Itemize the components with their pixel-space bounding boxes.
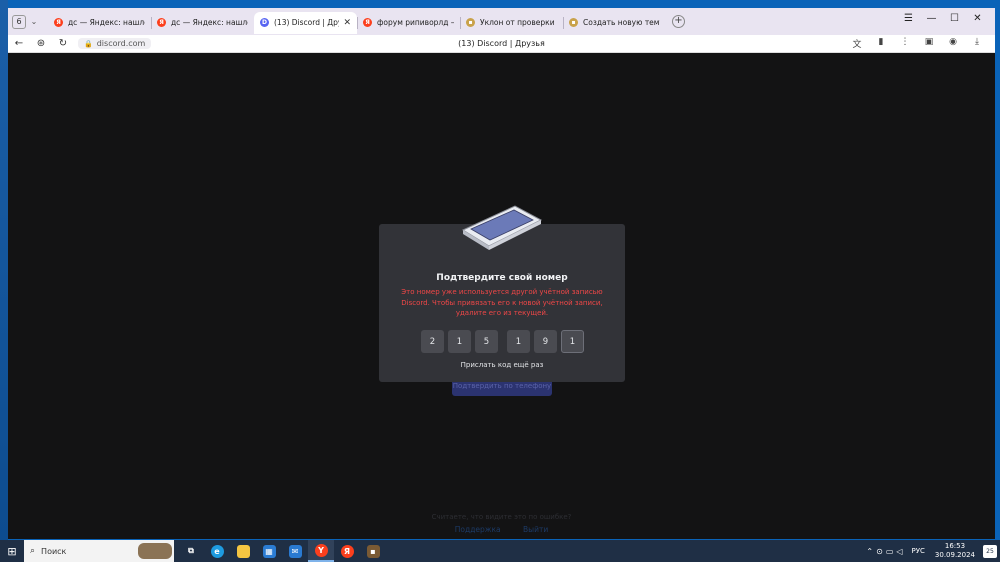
code-digit-input[interactable]: 5: [475, 330, 498, 353]
taskbar: ⊞ ⌕ Поиск ⧉ e ▦ ✉ Y Я ▪ ⌃⊙▭◁ РУС 16:53 3…: [0, 540, 1000, 562]
notifications-button[interactable]: 25: [983, 544, 997, 558]
clock-time: 16:53: [944, 542, 966, 550]
url-text: discord.com: [96, 39, 146, 48]
more-icon[interactable]: ⋮: [895, 37, 915, 50]
yandex-icon: Я: [54, 18, 63, 27]
task-view-icon[interactable]: ⧉: [178, 540, 204, 562]
search-highlight-image: [138, 543, 172, 559]
browser-tab[interactable]: Ядс — Яндекс: нашлось 5 т: [151, 12, 254, 34]
code-digit-input[interactable]: 9: [534, 330, 557, 353]
tray-icons[interactable]: ⌃⊙▭◁: [866, 547, 905, 556]
phone-illustration: [461, 205, 543, 250]
download-icon[interactable]: ⤓: [967, 37, 987, 50]
extension-icon[interactable]: ◉: [943, 37, 963, 50]
tab-strip: Ядс — Яндекс: нашлось 6 тЯдс — Яндекс: н…: [48, 8, 666, 35]
forum-icon: ▪: [569, 18, 578, 27]
minimize-button[interactable]: —: [920, 13, 943, 24]
error-hint-text: Считаете, что видите это по ошибке?: [431, 513, 572, 521]
close-window-button[interactable]: ✕: [966, 13, 989, 24]
browser-tab[interactable]: D (13) Discord | Друзья ✕: [254, 11, 357, 34]
browser-tab[interactable]: Ядс — Яндекс: нашлось 6 т: [48, 12, 151, 34]
minecraft-icon[interactable]: ▪: [360, 540, 386, 562]
tab-title: форум рипиворлд — Янд: [377, 18, 454, 27]
search-icon: ⌕: [30, 546, 36, 556]
yandex-browser-icon[interactable]: Y: [308, 540, 334, 562]
tab-title: (13) Discord | Друзья: [274, 18, 339, 27]
system-tray: ⌃⊙▭◁ РУС 16:53 30.09.2024 25: [866, 540, 1000, 562]
yandex-shield-icon[interactable]: ⊛: [30, 38, 52, 49]
error-message: Это номер уже используется другой учётно…: [401, 288, 603, 317]
yandex-icon[interactable]: Я: [334, 540, 360, 562]
yandex-icon: Я: [157, 18, 166, 27]
address-bar-actions: 文 ▮ ⋮ ▣ ◉ ⤓: [847, 37, 987, 50]
maximize-button[interactable]: ☐: [943, 13, 966, 24]
reload-button[interactable]: ↻: [52, 38, 74, 49]
support-link[interactable]: Поддержка: [455, 525, 501, 534]
translate-icon[interactable]: 文: [847, 37, 867, 50]
code-digit-input[interactable]: 1: [561, 330, 584, 353]
code-input-row: 215191: [421, 330, 588, 353]
address-bar: ← ⊛ ↻ 🔒 discord.com (13) Discord | Друзь…: [8, 35, 995, 53]
file-explorer-icon[interactable]: [230, 540, 256, 562]
tab-title: Создать новую тему - Re: [583, 18, 660, 27]
code-digit-input[interactable]: 2: [421, 330, 444, 353]
bookmark-icon[interactable]: ▮: [871, 37, 891, 50]
resend-code-link[interactable]: Прислать код ещё раз: [379, 361, 625, 369]
browser-window: 6 ⌄ Ядс — Яндекс: нашлось 6 тЯдс — Яндек…: [8, 8, 995, 539]
close-tab-icon[interactable]: ✕: [343, 18, 351, 28]
url-field[interactable]: 🔒 discord.com: [78, 38, 152, 49]
back-button[interactable]: ←: [8, 38, 30, 49]
language-indicator[interactable]: РУС: [912, 547, 925, 555]
clock[interactable]: 16:53 30.09.2024: [935, 542, 975, 560]
modal-title: Подтвердите свой номер: [436, 273, 568, 283]
browser-tab[interactable]: ▪ Уклон от проверки - Жал: [460, 12, 563, 34]
discord-page: Подтвердить по телефону Считаете, что ви…: [8, 54, 995, 539]
bottom-links: Поддержка Выйти: [8, 525, 995, 534]
edge-icon[interactable]: e: [204, 540, 230, 562]
store-icon[interactable]: ▦: [256, 540, 282, 562]
window-controls: ☰ — ☐ ✕: [897, 8, 989, 28]
tab-count-button[interactable]: 6: [12, 14, 26, 29]
tab-title: дс — Яндекс: нашлось 5 т: [171, 18, 248, 27]
windows-start-icon[interactable]: ⊞: [0, 545, 24, 558]
tab-title: дс — Яндекс: нашлось 6 т: [68, 18, 145, 27]
chevron-down-icon[interactable]: ⌄: [26, 17, 42, 26]
logout-link[interactable]: Выйти: [523, 525, 548, 534]
clock-date: 30.09.2024: [934, 551, 975, 559]
browser-tab[interactable]: Яфорум рипиворлд — Янд: [357, 12, 460, 34]
mail-icon[interactable]: ✉: [282, 540, 308, 562]
tab-title: Уклон от проверки - Жал: [480, 18, 557, 27]
verify-phone-modal: Подтвердите свой номер Это номер уже исп…: [379, 205, 625, 382]
code-digit-input[interactable]: 1: [507, 330, 530, 353]
code-digit-input[interactable]: 1: [448, 330, 471, 353]
menu-icon[interactable]: ☰: [897, 13, 920, 24]
collections-icon[interactable]: ▣: [919, 37, 939, 50]
browser-tab[interactable]: ▪ Создать новую тему - Re: [563, 12, 666, 34]
search-placeholder: Поиск: [41, 546, 67, 556]
desktop-background: [0, 0, 8, 540]
new-tab-button[interactable]: +: [672, 15, 685, 28]
yandex-icon: Я: [363, 18, 372, 27]
tab-bar: 6 ⌄ Ядс — Яндекс: нашлось 6 тЯдс — Яндек…: [8, 8, 995, 35]
taskbar-search[interactable]: ⌕ Поиск: [24, 540, 174, 562]
taskbar-apps: ⧉ e ▦ ✉ Y Я ▪: [178, 540, 386, 562]
discord-icon: D: [260, 18, 269, 27]
forum-icon: ▪: [466, 18, 475, 27]
lock-icon: 🔒: [84, 39, 93, 48]
